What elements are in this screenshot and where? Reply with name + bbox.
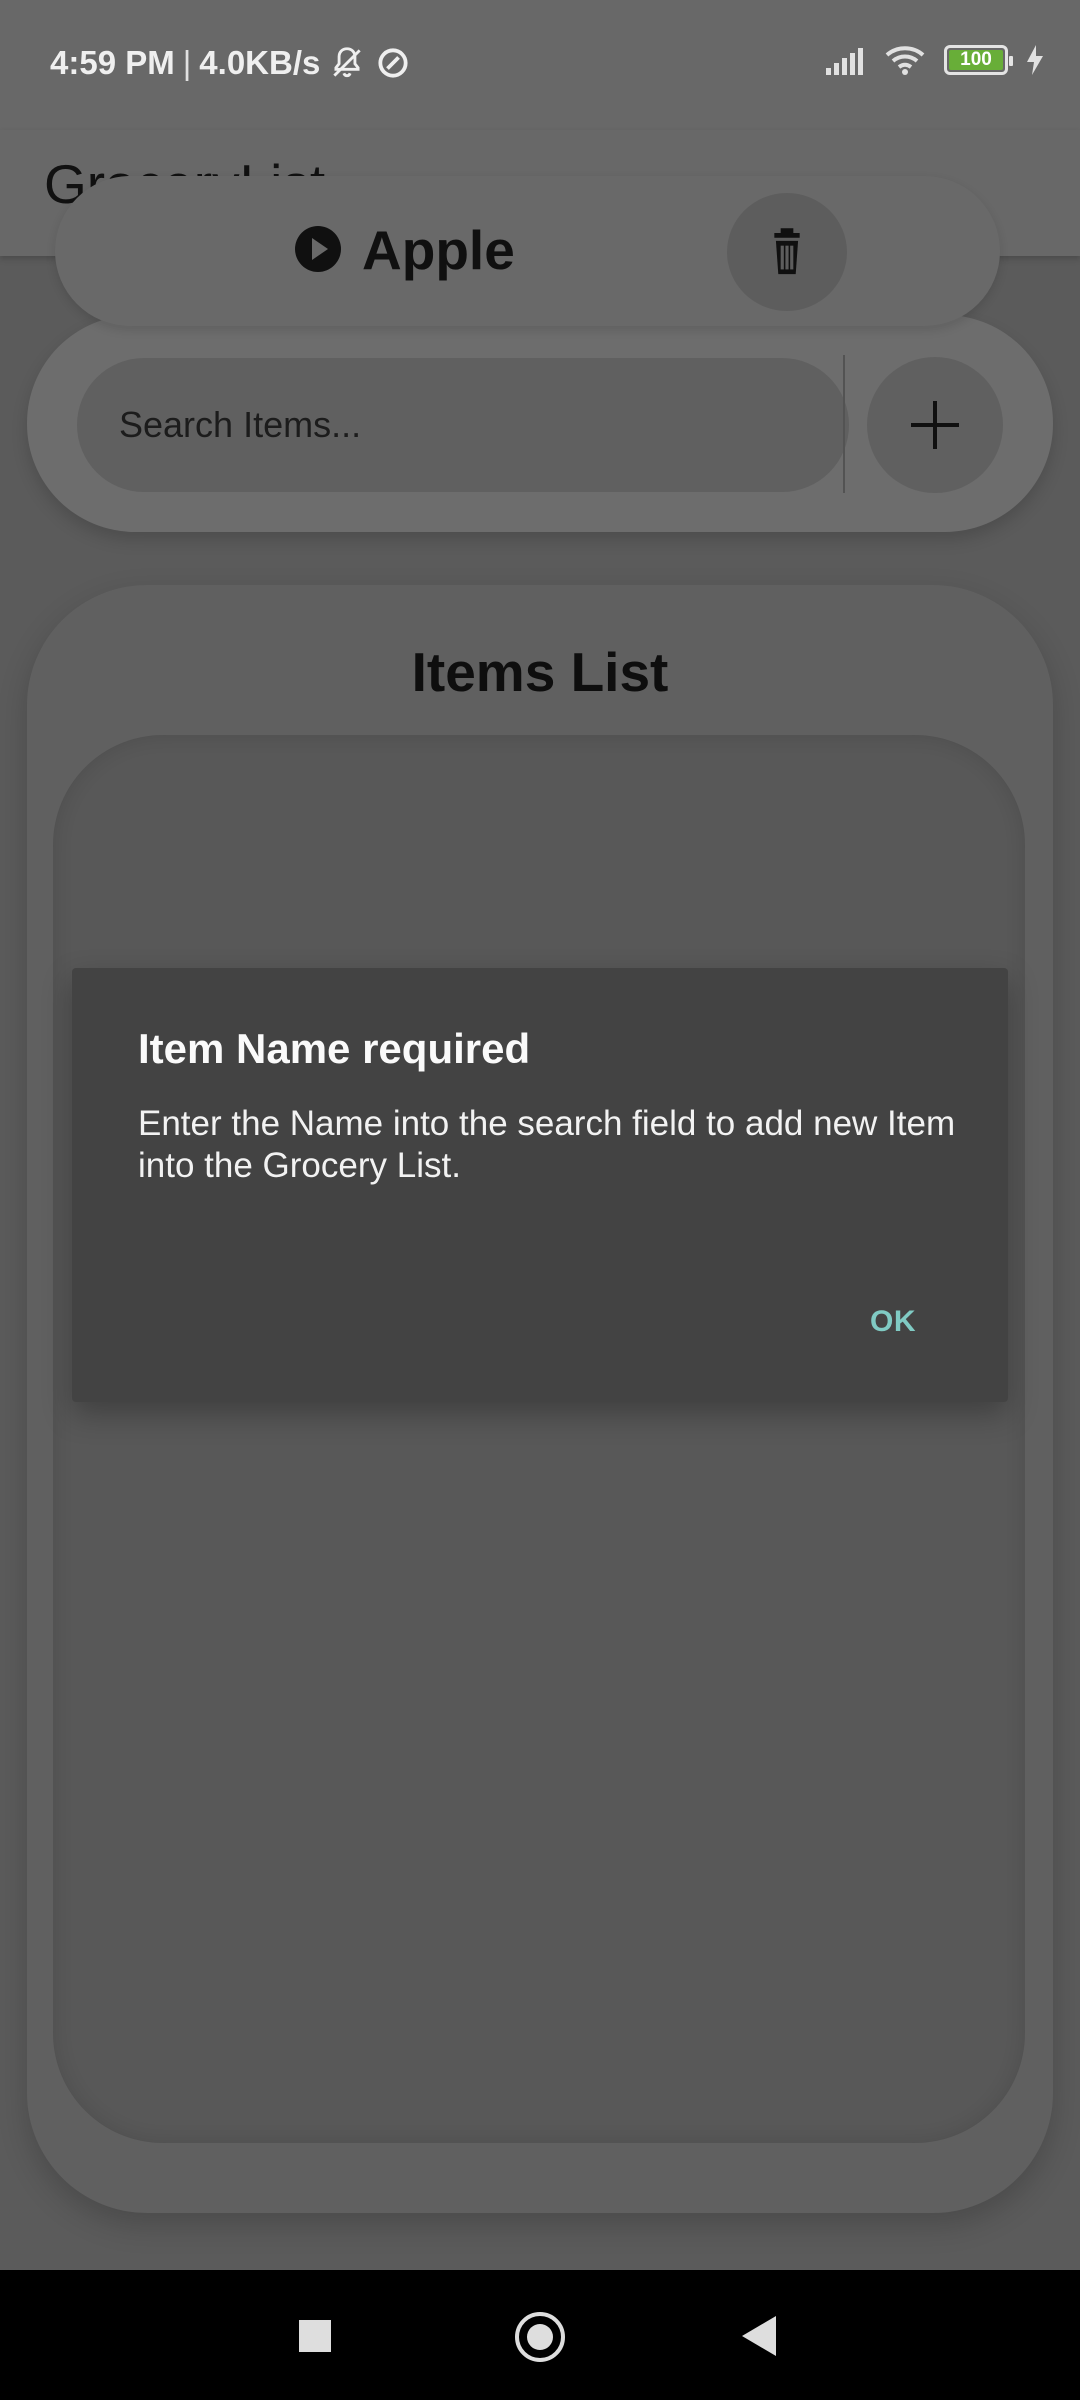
battery-level: 100 [960, 49, 992, 70]
dialog-message: Enter the Name into the search field to … [138, 1104, 956, 1185]
recents-icon[interactable] [299, 2320, 331, 2352]
home-icon[interactable] [515, 2312, 565, 2362]
item-name-required-dialog: Item Name required Enter the Name into t… [72, 968, 1008, 1402]
navigation-bar [0, 2270, 1080, 2400]
back-icon[interactable] [742, 2316, 776, 2356]
dialog-title: Item Name required [138, 1025, 531, 1072]
ok-button[interactable]: OK [870, 1305, 916, 1339]
screen: 4:59 PM | 4.0KB/s 100 Search Items... It… [0, 0, 1080, 2400]
